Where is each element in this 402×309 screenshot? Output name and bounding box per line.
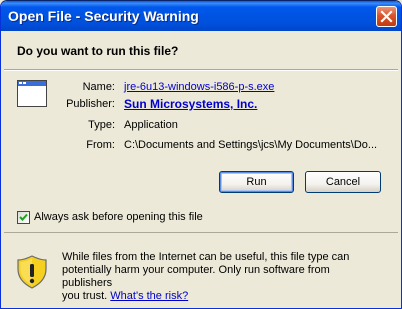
publisher-link[interactable]: Sun Microsystems, Inc. bbox=[124, 97, 257, 111]
warning-shield-icon bbox=[17, 255, 47, 289]
type-value: Application bbox=[124, 119, 178, 131]
whats-the-risk-link[interactable]: What's the risk? bbox=[110, 290, 188, 302]
from-label: From: bbox=[86, 139, 115, 151]
title-bar[interactable]: Open File - Security Warning bbox=[1, 1, 401, 31]
name-label: Name: bbox=[82, 81, 115, 93]
always-ask-label[interactable]: Always ask before opening this file bbox=[34, 211, 203, 223]
header-divider bbox=[4, 69, 398, 71]
warning-message: While files from the Internet can be use… bbox=[62, 251, 382, 303]
close-icon bbox=[380, 10, 393, 23]
always-ask-checkbox[interactable] bbox=[17, 211, 30, 224]
publisher-label: Publisher: bbox=[66, 98, 115, 110]
prompt-question: Do you want to run this file? bbox=[17, 44, 179, 58]
type-label: Type: bbox=[88, 119, 115, 131]
checkmark-icon bbox=[19, 213, 28, 221]
close-button[interactable] bbox=[376, 6, 397, 27]
from-value: C:\Documents and Settings\jcs\My Documen… bbox=[124, 139, 378, 151]
warning-footer: While files from the Internet can be use… bbox=[4, 233, 398, 305]
dialog-body: Do you want to run this file? Name: jre-… bbox=[4, 31, 398, 305]
warning-line-2: potentially harm your computer. Only run… bbox=[62, 264, 330, 289]
warning-line-3: you trust. What's the risk? bbox=[62, 290, 382, 303]
file-name-link[interactable]: jre-6u13-windows-i586-p-s.exe bbox=[124, 81, 274, 93]
security-warning-dialog: Open File - Security Warning Do you want… bbox=[0, 0, 402, 309]
run-button[interactable]: Run bbox=[219, 171, 294, 193]
warning-line-3-text: you trust. bbox=[62, 290, 111, 302]
dialog-header: Do you want to run this file? bbox=[4, 31, 398, 79]
cancel-button[interactable]: Cancel bbox=[305, 171, 381, 193]
warning-line-1: While files from the Internet can be use… bbox=[62, 251, 350, 263]
window-title: Open File - Security Warning bbox=[8, 8, 199, 24]
